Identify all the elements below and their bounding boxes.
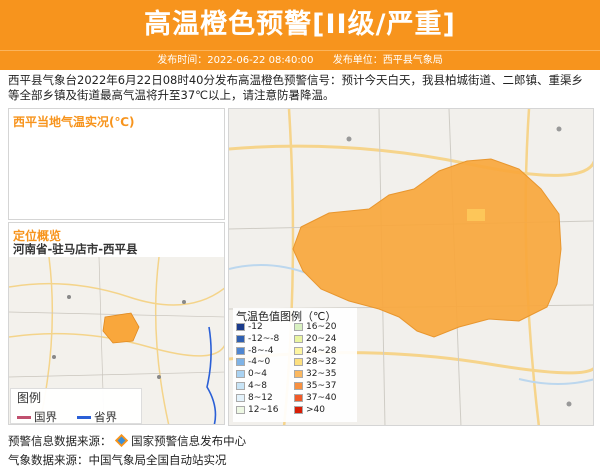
temperature-legend-swatch (236, 358, 245, 367)
warning-description: 西平县气象台2022年6月22日08时40分发布高温橙色预警信号：预计今天白天，… (8, 73, 583, 102)
temperature-legend-swatch (294, 323, 303, 331)
temperature-legend-label: -12~-8 (248, 333, 280, 344)
temperature-legend-item: 12~16 (236, 405, 278, 415)
temperature-panel: 西平当地气温实况(℃) (8, 108, 225, 220)
temperature-legend-item: 16~20 (294, 322, 336, 332)
temperature-legend-label: 28~32 (306, 357, 337, 368)
temperature-color-legend: 气温色值图例（℃） -12 16~20 -12~-8 20~24 -8~-4 24~28-… (233, 308, 357, 422)
provincial-border-swatch (77, 416, 91, 419)
temperature-legend-label: -8~-4 (248, 345, 274, 356)
temperature-legend-swatch (294, 382, 303, 390)
temperature-legend-swatch (294, 334, 303, 343)
cma-logo-icon (115, 434, 129, 447)
temperature-panel-title: 西平当地气温实况(℃) (13, 115, 135, 129)
meta-bar: 发布时间：2022-06-22 08:40:00 发布单位：西平县气象局 (0, 50, 600, 70)
warning-source-name[interactable]: 国家预警信息发布中心 (131, 434, 246, 448)
temperature-legend-swatch (294, 405, 303, 414)
temperature-legend-label: 37~40 (306, 392, 337, 403)
location-legend-title: 图例 (17, 391, 42, 405)
temperature-legend-item: 24~28 (294, 346, 336, 356)
temperature-legend-label: -4~0 (248, 357, 271, 368)
legend-provincial-border: 省界 (77, 409, 117, 425)
temperature-legend-label: 8~12 (248, 392, 273, 403)
location-path: 河南省-驻马店市-西平县 (13, 242, 138, 256)
temperature-legend-swatch (294, 358, 303, 367)
provincial-border-label: 省界 (94, 410, 117, 424)
publish-time: 发布时间：2022-06-22 08:40:00 (157, 55, 314, 66)
temperature-legend-label: 12~16 (248, 404, 279, 415)
temperature-legend-swatch (294, 346, 303, 355)
legend-national-border: 国界 (17, 409, 57, 425)
temperature-legend-label: >40 (306, 404, 325, 415)
temperature-legend-item: 4~8 (236, 381, 267, 391)
temperature-legend-item: >40 (294, 405, 325, 415)
temperature-legend-swatch (236, 334, 245, 343)
temperature-legend-item: -8~-4 (236, 346, 274, 356)
temperature-legend-swatch (236, 323, 245, 331)
temperature-legend-item: 32~35 (294, 369, 336, 379)
temperature-legend-item: 35~37 (294, 381, 336, 391)
temperature-legend-label: 20~24 (306, 333, 337, 344)
temperature-legend-item: -12 (236, 322, 263, 332)
temperature-legend-label: 32~35 (306, 369, 337, 380)
national-border-swatch (17, 416, 31, 419)
warning-source-label: 预警信息数据来源： (8, 434, 112, 448)
temperature-legend-swatch (236, 393, 245, 402)
header-bar: 高温橙色预警[II级/严重] (0, 0, 600, 50)
temperature-legend-item: 28~32 (294, 357, 336, 367)
temperature-legend-label: 4~8 (248, 381, 267, 391)
temperature-legend-item: -12~-8 (236, 334, 279, 344)
temperature-legend-swatch (294, 393, 303, 402)
national-border-label: 国界 (34, 410, 57, 424)
temperature-legend-item: 8~12 (236, 393, 273, 403)
temperature-legend-label: 35~37 (306, 381, 337, 391)
location-legend: 图例 国界 省界 (10, 388, 142, 424)
temperature-legend-label: 24~28 (306, 345, 337, 356)
temperature-legend-swatch (236, 346, 245, 355)
temperature-legend-swatch (236, 405, 245, 414)
temperature-legend-label: 0~4 (248, 369, 267, 380)
temperature-legend-label: 16~20 (306, 322, 337, 332)
temperature-legend-item: 37~40 (294, 393, 336, 403)
temperature-legend-swatch (294, 370, 303, 379)
publish-unit: 发布单位：西平县气象局 (332, 55, 443, 66)
temperature-legend-swatch (236, 382, 245, 390)
temperature-legend-label: -12 (248, 322, 263, 332)
temperature-legend-item: -4~0 (236, 357, 270, 367)
temperature-legend-swatch (236, 370, 245, 379)
weather-source-line: 气象数据来源：中国气象局全国自动站实况 (8, 453, 227, 467)
temperature-legend-item: 0~4 (236, 369, 267, 379)
warning-source-line: 预警信息数据来源： 国家预警信息发布中心 (8, 433, 246, 449)
warning-title: 高温橙色预警[II级/严重] (144, 9, 456, 40)
temperature-legend-item: 20~24 (294, 334, 336, 344)
